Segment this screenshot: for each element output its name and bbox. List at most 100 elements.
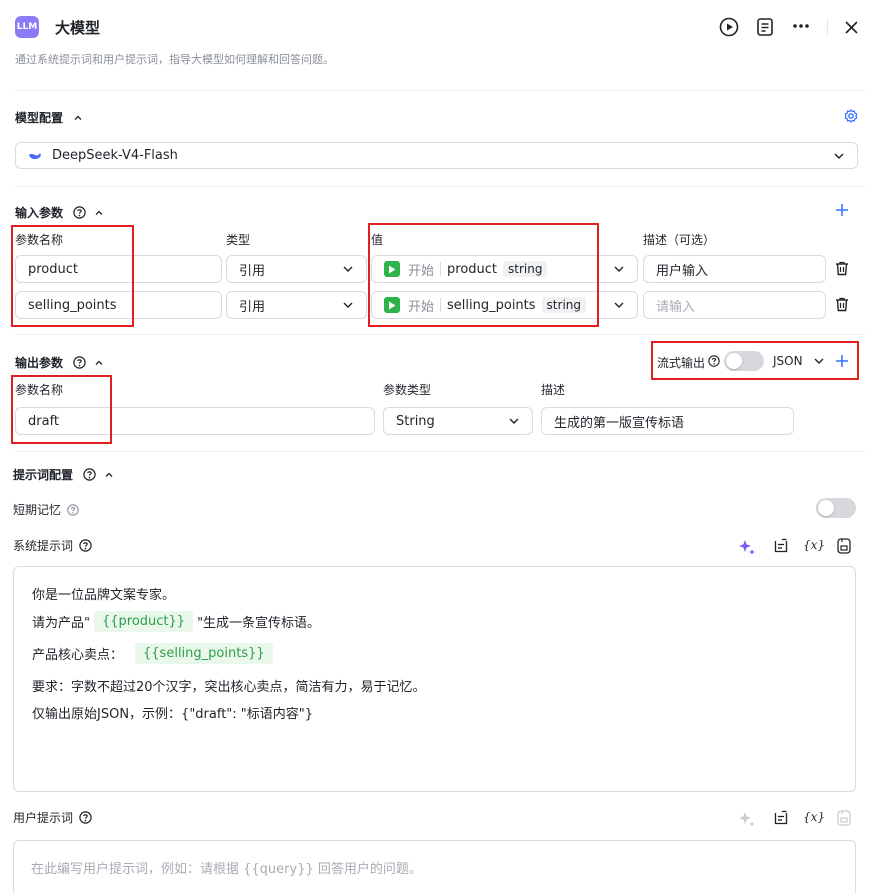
col-param-type: 参数类型 — [383, 383, 432, 397]
stream-output-toggle[interactable] — [724, 351, 764, 371]
variable-chip[interactable]: {{product}} — [93, 611, 194, 632]
system-prompt-label: 系统提示词 — [13, 537, 92, 554]
document-icon[interactable] — [756, 17, 774, 37]
start-node-icon — [384, 261, 400, 277]
param-value-select[interactable]: 开始 product string — [371, 255, 638, 283]
text-segment: "生成一条宣传标语。 — [197, 616, 321, 631]
param-type-value: 引用 — [239, 263, 266, 279]
param-value-select[interactable]: 开始 selling_points string — [371, 291, 638, 319]
col-description: 描述（可选） — [643, 233, 716, 247]
param-description-input[interactable]: 请输入 — [643, 291, 826, 319]
col-param-name: 参数名称 — [15, 233, 64, 247]
system-prompt-line: 请为产品" {{product}} "生成一条宣传标语。 — [32, 611, 320, 632]
help-icon[interactable] — [708, 355, 720, 367]
variable-chip[interactable]: {{selling_points}} — [135, 643, 273, 664]
variable-type-chip: string — [541, 297, 586, 313]
play-icon[interactable] — [719, 17, 739, 37]
llm-logo-text: LLM — [16, 22, 38, 32]
separator — [440, 262, 442, 276]
chevron-down-icon — [613, 299, 625, 311]
variable-name: product — [447, 261, 498, 277]
chevron-up-icon — [104, 470, 114, 480]
output-type-value: String — [396, 413, 435, 429]
chevron-up-icon — [94, 358, 104, 368]
close-icon[interactable] — [844, 20, 859, 35]
trash-icon[interactable] — [835, 297, 849, 312]
deepseek-logo-icon — [28, 151, 42, 161]
param-type-select[interactable]: 引用 — [226, 291, 367, 319]
divider — [15, 334, 865, 335]
model-config-header[interactable]: 模型配置 — [15, 109, 83, 126]
output-format-value: JSON — [773, 354, 803, 368]
system-prompt-line: 产品核心卖点： {{selling_points}} — [32, 643, 277, 664]
param-type-select[interactable]: 引用 — [226, 255, 367, 283]
chevron-down-icon — [342, 299, 354, 311]
help-icon[interactable] — [79, 539, 92, 552]
chevron-down-icon — [813, 355, 825, 367]
prompt-config-title: 提示词配置 — [13, 468, 74, 482]
param-name-input[interactable]: selling_points — [15, 291, 222, 319]
divider — [15, 186, 865, 187]
add-output-param-icon[interactable] — [835, 354, 849, 368]
help-icon[interactable] — [73, 206, 86, 219]
chevron-down-icon — [342, 263, 354, 275]
stream-output-label: 流式输出 — [657, 356, 706, 370]
header-divider — [827, 18, 828, 36]
chevron-up-icon — [94, 208, 104, 218]
col-value: 值 — [371, 233, 384, 247]
short-memory-toggle[interactable] — [816, 498, 856, 518]
short-memory-label: 短期记忆 — [13, 501, 79, 518]
ai-sparkle-icon[interactable] — [738, 538, 756, 556]
model-name: DeepSeek-V4-Flash — [52, 148, 178, 163]
system-prompt-line: 要求：字数不超过20个汉字，突出核心卖点，简洁有力，易于记忆。 — [32, 680, 426, 695]
chevron-down-icon — [613, 263, 625, 275]
prompt-config-header[interactable]: 提示词配置 — [13, 466, 114, 483]
input-params-header[interactable]: 输入参数 — [15, 204, 104, 221]
output-params-header[interactable]: 输出参数 — [15, 354, 104, 371]
user-prompt-label: 用户提示词 — [13, 809, 92, 826]
help-icon[interactable] — [79, 811, 92, 824]
input-params-title: 输入参数 — [15, 206, 64, 220]
col-description: 描述 — [541, 383, 566, 397]
separator — [440, 298, 442, 312]
add-input-param-icon[interactable] — [835, 203, 849, 217]
col-param-name: 参数名称 — [15, 383, 64, 397]
template-icon[interactable] — [773, 810, 791, 828]
save-icon[interactable] — [836, 537, 854, 555]
output-name-input[interactable]: draft — [15, 407, 375, 435]
help-icon[interactable] — [67, 503, 79, 516]
short-memory-text: 短期记忆 — [13, 503, 62, 517]
chevron-up-icon — [73, 113, 83, 123]
output-params-title: 输出参数 — [15, 356, 64, 370]
variable-name: selling_points — [447, 297, 536, 313]
system-prompt-line: 仅输出原始JSON，示例：{"draft": "标语内容"} — [32, 707, 314, 722]
llm-logo: LLM — [15, 16, 39, 38]
more-icon[interactable] — [792, 23, 810, 29]
ai-sparkle-icon — [738, 810, 756, 828]
settings-icon[interactable] — [844, 109, 858, 123]
template-icon[interactable] — [773, 538, 791, 556]
variable-type-chip: string — [503, 261, 548, 277]
trash-icon[interactable] — [835, 261, 849, 276]
output-description-input[interactable]: 生成的第一版宣传标语 — [541, 407, 794, 435]
help-icon[interactable] — [73, 356, 86, 369]
text-segment: 产品核心卖点： — [32, 648, 124, 663]
text-segment: 请为产品" — [32, 616, 90, 631]
system-prompt-text: 系统提示词 — [13, 539, 74, 553]
save-icon — [836, 809, 854, 827]
insert-variable-button[interactable]: {x} — [803, 810, 825, 824]
model-select[interactable]: DeepSeek-V4-Flash — [15, 142, 858, 169]
user-prompt-text: 用户提示词 — [13, 811, 74, 825]
help-icon[interactable] — [83, 468, 96, 481]
user-prompt-placeholder: 在此编写用户提示词，例如：请根据 {{query}} 回答用户的问题。 — [31, 862, 422, 877]
param-description-input[interactable]: 用户输入 — [643, 255, 826, 283]
param-type-value: 引用 — [239, 299, 266, 315]
output-format-select[interactable]: JSON — [773, 354, 825, 368]
divider — [15, 90, 865, 91]
output-type-select[interactable]: String — [383, 407, 533, 435]
page-title: 大模型 — [55, 19, 101, 37]
insert-variable-button[interactable]: {x} — [803, 538, 825, 552]
param-name-input[interactable]: product — [15, 255, 222, 283]
divider — [15, 451, 865, 452]
source-node-label: 开始 — [408, 263, 435, 279]
